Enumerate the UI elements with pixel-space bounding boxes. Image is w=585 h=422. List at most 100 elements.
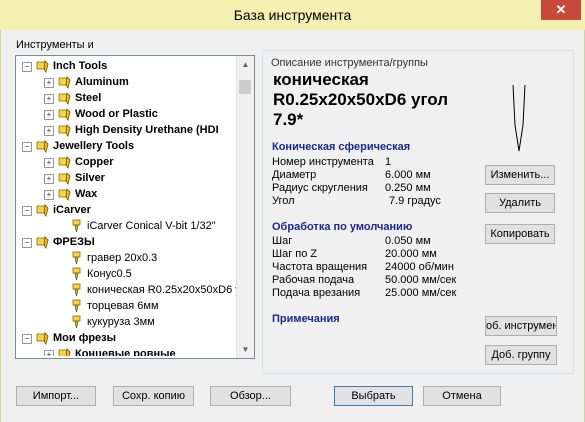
tool-group-icon [36, 332, 49, 345]
notes-heading: Примечания [272, 313, 340, 325]
tree-scrollbar[interactable]: ▲ ▼ [236, 56, 254, 358]
prop-name: Радиус скругления [272, 182, 368, 194]
tree-row[interactable]: + High Density Urethane (HDI [16, 122, 236, 138]
tree-row[interactable]: торцевая 6мм [16, 298, 236, 314]
expand-icon[interactable]: + [44, 126, 54, 136]
prop-value: 1 [385, 156, 392, 168]
tree-row-label: Конус0.5 [87, 268, 132, 280]
expand-icon[interactable]: + [44, 158, 54, 168]
prop-name: Диаметр [272, 169, 317, 181]
tool-group-icon [58, 92, 71, 105]
copy-button[interactable]: Копировать [485, 224, 555, 244]
tool-name-line2: R0.25x20x50xD6 угол [273, 90, 449, 109]
tool-type-heading: Коническая сферическая [272, 141, 411, 153]
add-tool-button[interactable]: об. инструмен [485, 316, 557, 336]
prop-value: 0.250 мм [385, 182, 431, 194]
scroll-down-arrow-icon[interactable]: ▼ [237, 341, 254, 358]
tool-group-icon [36, 236, 49, 249]
close-button[interactable]: ✕ [541, 0, 581, 20]
defaults-heading: Обработка по умолчанию [272, 221, 413, 233]
tree-row[interactable]: − Jewellery Tools [16, 138, 236, 154]
expand-icon[interactable]: + [44, 110, 54, 120]
default-value: 25.000 мм/сек [385, 287, 457, 299]
tree-row[interactable]: iCarver Conical V-bit 1/32" [16, 218, 236, 234]
tree-row[interactable]: + Steel [16, 90, 236, 106]
edit-button[interactable]: Изменить... [485, 165, 555, 185]
expand-icon[interactable]: + [44, 78, 54, 88]
collapse-icon[interactable]: − [22, 142, 32, 152]
tree-row[interactable]: + Silver [16, 170, 236, 186]
import-button[interactable]: Импорт... [16, 386, 96, 406]
tree-row-label: кукуруза 3мм [87, 316, 155, 328]
cancel-button[interactable]: Отмена [423, 386, 501, 406]
title-bar: База инструмента ✕ [0, 0, 585, 30]
tree-row[interactable]: − iCarver [16, 202, 236, 218]
tree-row-label: ФРЕЗЫ [53, 236, 95, 248]
tool-group-icon [36, 140, 49, 153]
description-label: Описание инструмента/группы [271, 57, 428, 69]
default-value: 50.000 мм/сек [385, 274, 457, 286]
tool-group-icon [58, 172, 71, 185]
tree-row[interactable]: коническая R0.25x20x50xD6 угл [16, 282, 236, 298]
tool-group-icon [58, 348, 71, 356]
tree-row-label: iCarver Conical V-bit 1/32" [87, 220, 216, 232]
expand-icon[interactable]: + [44, 190, 54, 200]
tool-group-icon [58, 108, 71, 121]
collapse-icon[interactable]: − [22, 334, 32, 344]
browse-button[interactable]: Обзор... [210, 386, 291, 406]
tool-icon [72, 315, 81, 329]
collapse-icon[interactable]: − [22, 206, 32, 216]
scroll-up-arrow-icon[interactable]: ▲ [237, 56, 254, 73]
tool-group-icon [36, 60, 49, 73]
save-copy-button[interactable]: Сохр. копию [113, 386, 194, 406]
tree-row-label: Copper [75, 156, 114, 168]
tree-row-label: коническая R0.25x20x50xD6 угл [87, 284, 236, 296]
default-name: Частота вращения [272, 261, 368, 273]
default-value: 24000 об/мин [385, 261, 454, 273]
tree-row[interactable]: кукуруза 3мм [16, 314, 236, 330]
tool-icon [72, 251, 81, 265]
tree-row-label: Мои фрезы [53, 332, 117, 344]
default-name: Шаг по Z [272, 248, 318, 260]
select-button[interactable]: Выбрать [334, 386, 413, 406]
expand-icon[interactable]: + [44, 174, 54, 184]
window-title: База инструмента [233, 7, 352, 23]
default-value: 20.000 мм [385, 248, 437, 260]
collapse-icon[interactable]: − [22, 238, 32, 248]
tree-row[interactable]: − Inch Tools [16, 58, 236, 74]
tool-name-line1: коническая [273, 70, 369, 89]
tree-row[interactable]: + Copper [16, 154, 236, 170]
tree-row-label: Silver [75, 172, 105, 184]
tool-icon [72, 299, 81, 313]
delete-button[interactable]: Удалить [485, 193, 555, 213]
collapse-icon[interactable]: − [22, 62, 32, 72]
tree-row-label: Wood or Plastic [75, 108, 158, 120]
default-name: Шаг [272, 235, 293, 247]
tree-row[interactable]: + Wood or Plastic [16, 106, 236, 122]
scroll-thumb[interactable] [239, 80, 251, 94]
expand-icon[interactable]: + [44, 94, 54, 104]
tree-rows: − Inch Tools + Aluminum + Steel + Wood or Plast… [16, 58, 236, 356]
prop-name: Угол [272, 195, 295, 207]
tree-row-label: iCarver [53, 204, 91, 216]
tree-row[interactable]: Конус0.5 [16, 266, 236, 282]
tree-row-label: Steel [75, 92, 102, 104]
tree-row[interactable]: + Wax [16, 186, 236, 202]
tree-row[interactable]: − ФРЕЗЫ [16, 234, 236, 250]
tree-row-label: Концевые ровные [75, 348, 176, 356]
tree-row[interactable]: гравер 20x0.3 [16, 250, 236, 266]
tree-row-label: торцевая 6мм [87, 300, 159, 312]
tree-row[interactable]: + Aluminum [16, 74, 236, 90]
tool-group-icon [58, 124, 71, 137]
add-group-button[interactable]: Доб. группу [485, 345, 557, 365]
prop-value: 6.000 мм [385, 169, 431, 181]
expand-icon[interactable]: + [44, 350, 54, 356]
tree-row[interactable]: − Мои фрезы [16, 330, 236, 346]
tool-group-icon [58, 188, 71, 201]
tree-label: Инструменты и [16, 39, 94, 51]
tree-row[interactable]: + Концевые ровные [16, 346, 236, 356]
tool-tree[interactable]: − Inch Tools + Aluminum + Steel + Wood or Plast… [15, 55, 255, 359]
tree-row-label: Jewellery Tools [53, 140, 135, 152]
prop-name: Номер инструмента [272, 156, 374, 168]
tool-group-icon [58, 76, 71, 89]
